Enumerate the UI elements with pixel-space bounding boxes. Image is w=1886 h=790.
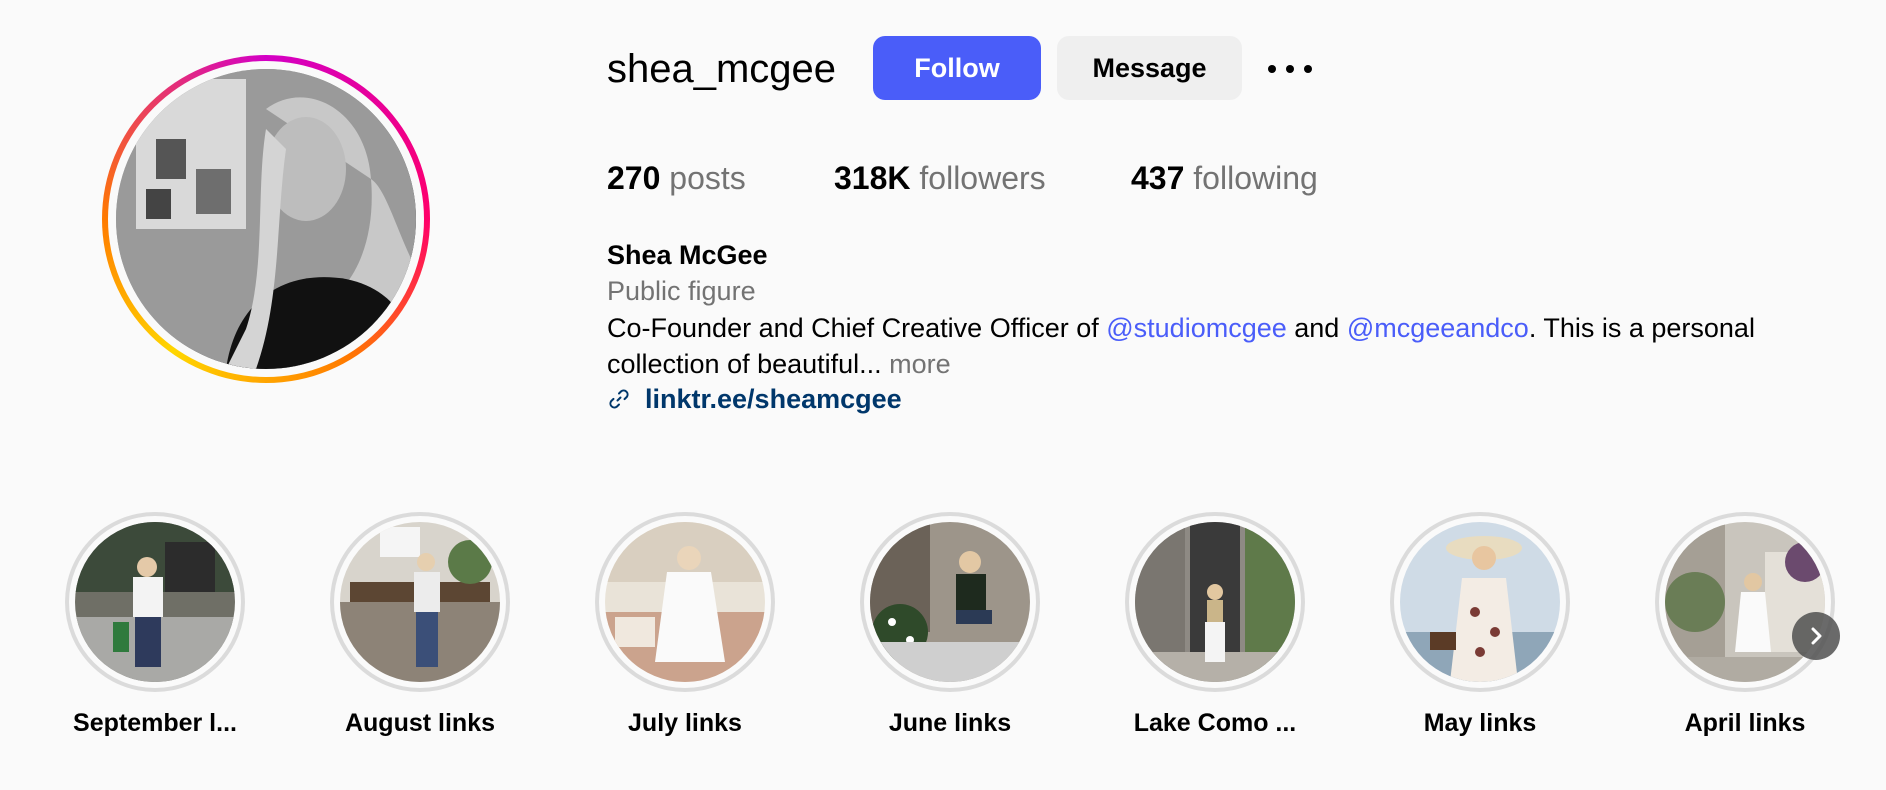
bio-category: Public figure: [607, 276, 756, 306]
bio-text-part: and: [1286, 313, 1347, 343]
chevron-right-icon: [1811, 627, 1822, 645]
highlight-ring[interactable]: [595, 512, 775, 692]
story-ring[interactable]: [102, 55, 430, 383]
highlight-label: April links: [1684, 709, 1806, 737]
followers-stat[interactable]: 318K followers: [834, 158, 1046, 198]
highlight-cover: [1400, 522, 1560, 682]
avatar-photo: [116, 69, 416, 369]
following-count: 437: [1131, 160, 1185, 196]
next-chevron-icon[interactable]: [1792, 612, 1840, 660]
highlight-ring[interactable]: [330, 512, 510, 692]
highlight-label: Lake Como ...: [1133, 709, 1297, 737]
highlight-ring[interactable]: [1655, 512, 1835, 692]
message-button[interactable]: Message: [1057, 36, 1242, 100]
profile-avatar[interactable]: [116, 69, 416, 369]
link-icon: [609, 389, 629, 409]
highlight-ring[interactable]: [860, 512, 1040, 692]
posts-count: 270: [607, 160, 661, 196]
bio-more-link[interactable]: more: [882, 349, 951, 379]
highlight-label: June links: [888, 709, 1012, 737]
follow-button[interactable]: Follow: [873, 36, 1041, 100]
followers-label: followers: [919, 160, 1046, 196]
highlight-cover: [75, 522, 235, 682]
posts-stat: 270 posts: [607, 158, 746, 198]
bio-full-name: Shea McGee: [607, 240, 768, 270]
highlight-cover: [605, 522, 765, 682]
highlight-cover: [1135, 522, 1295, 682]
profile-username: shea_mcgee: [607, 47, 837, 91]
highlight-label: May links: [1423, 709, 1537, 737]
bio-link-text: linktr.ee/sheamcgee: [645, 383, 902, 414]
highlight-ring[interactable]: [1125, 512, 1305, 692]
bio-text-part: Co-Founder and Chief Creative Officer of: [607, 313, 1107, 343]
highlight-ring[interactable]: [1390, 512, 1570, 692]
highlight-label: July links: [628, 709, 742, 737]
bio-external-link[interactable]: linktr.ee/sheamcgee: [607, 381, 902, 417]
mention-link-mcgeeandco[interactable]: @mcgeeandco: [1347, 313, 1529, 343]
posts-label: posts: [669, 160, 746, 196]
bio-text: Co-Founder and Chief Creative Officer of…: [607, 310, 1857, 382]
ellipsis-icon[interactable]: [1264, 52, 1316, 84]
highlight-cover: [340, 522, 500, 682]
highlight-ring[interactable]: [65, 512, 245, 692]
highlight-cover: [870, 522, 1030, 682]
mention-link-studiomcgee[interactable]: @studiomcgee: [1106, 313, 1287, 343]
following-stat[interactable]: 437 following: [1131, 158, 1318, 198]
followers-count: 318K: [834, 160, 911, 196]
highlight-label: September l...: [73, 709, 237, 737]
following-label: following: [1193, 160, 1318, 196]
highlight-label: August links: [344, 709, 495, 737]
highlight-cover: [1665, 522, 1825, 682]
